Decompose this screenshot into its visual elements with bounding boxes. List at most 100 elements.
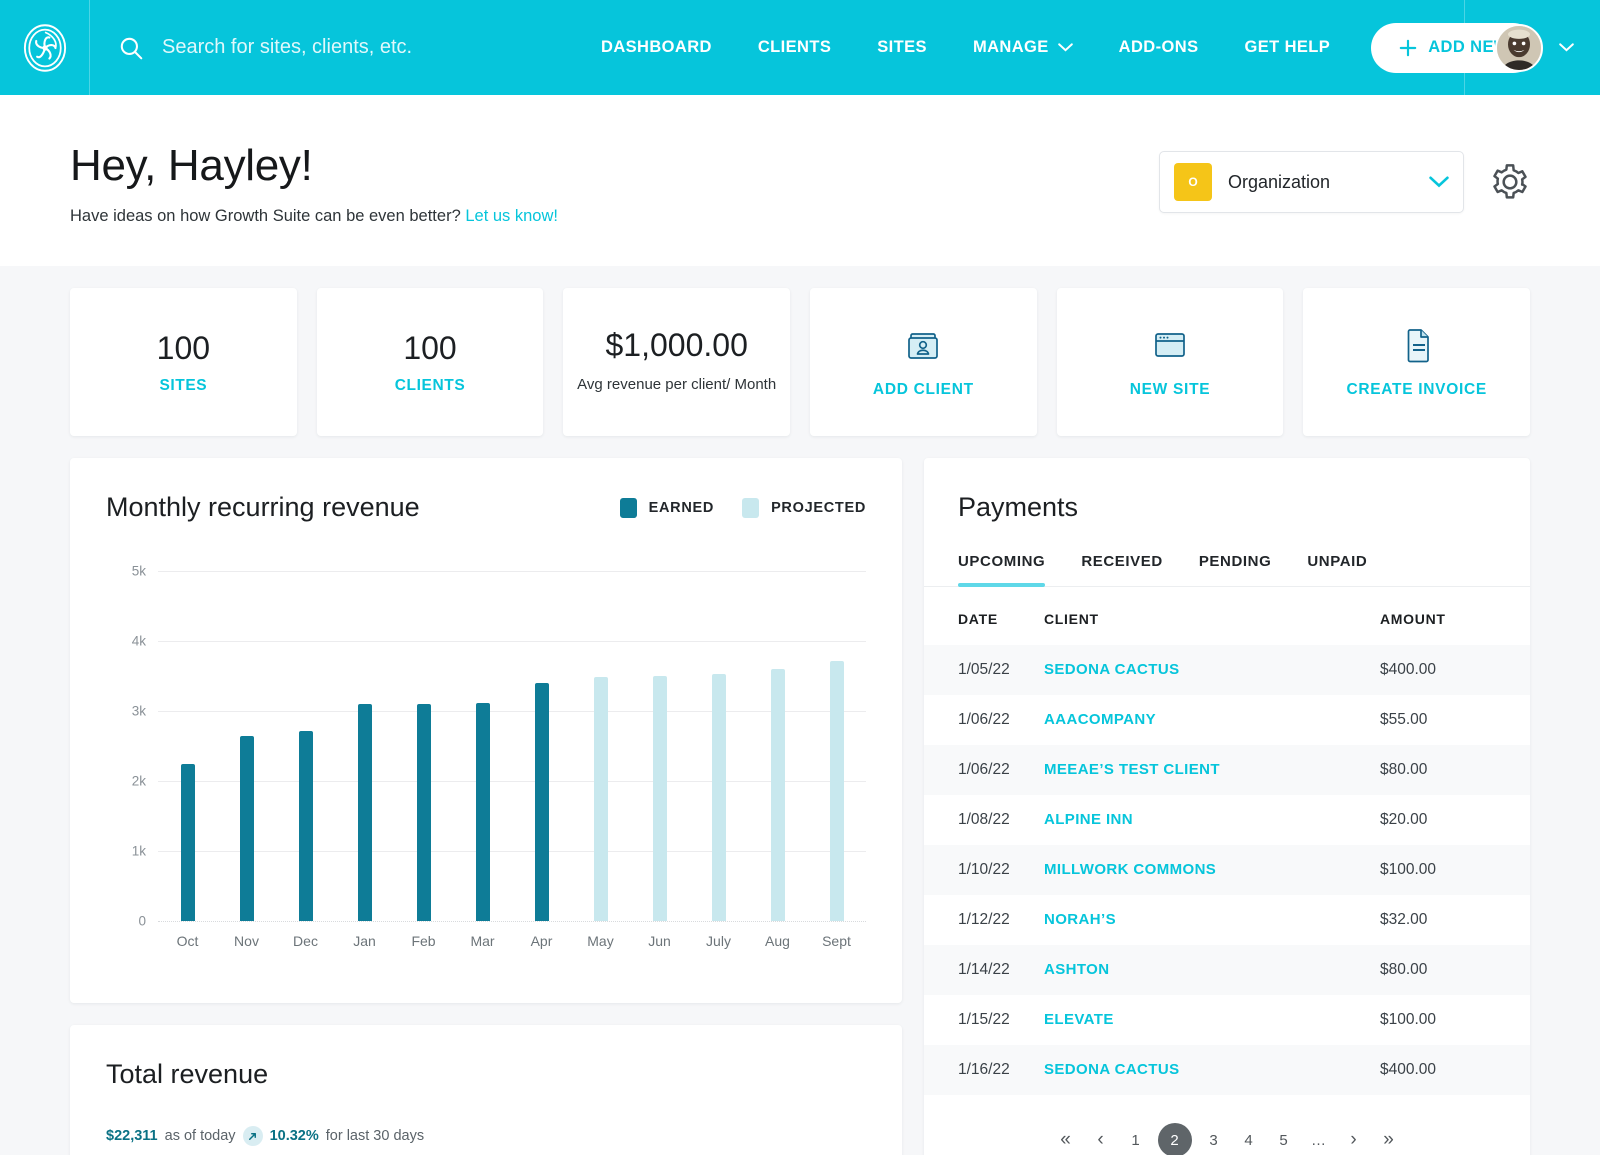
chart-bar[interactable]: [357, 704, 372, 921]
client-link[interactable]: AAACOMPANY: [1044, 711, 1156, 728]
pagination-arrow[interactable]: ‹: [1088, 1127, 1114, 1153]
org-avatar: O: [1174, 163, 1212, 201]
chart-bar[interactable]: [239, 735, 254, 921]
legend-item-projected[interactable]: PROJECTED: [742, 497, 866, 518]
table-row[interactable]: 1/08/22 ALPINE INN $20.00: [924, 795, 1530, 845]
chart-bar[interactable]: [770, 669, 785, 921]
payments-table-body: 1/05/22 SEDONA CACTUS $400.00 1/06/22 AAACOM…: [924, 645, 1530, 1095]
gear-icon[interactable]: [1490, 162, 1530, 202]
mrr-chart-card: Monthly recurring revenue EARNED PROJECT…: [70, 458, 902, 1003]
nav-label: MANAGE: [972, 38, 1049, 56]
table-row[interactable]: 1/14/22 ASHTON $80.00: [924, 945, 1530, 995]
page-title: Hey, Hayley!: [70, 141, 313, 190]
chart-bar-slot: [689, 571, 748, 921]
payment-client-cell: ALPINE INN: [1044, 795, 1380, 845]
chart-bar[interactable]: [475, 702, 490, 921]
chart-bar-slot: [748, 571, 807, 921]
create-invoice-label: CREATE INVOICE: [1346, 381, 1487, 398]
search-input[interactable]: [162, 36, 560, 59]
pagination-page[interactable]: 4: [1236, 1127, 1262, 1153]
clients-label[interactable]: CLIENTS: [395, 377, 466, 395]
chart-title: Monthly recurring revenue: [106, 492, 420, 522]
pagination-arrow[interactable]: ›: [1341, 1127, 1367, 1153]
nav-item-manage[interactable]: MANAGE: [950, 38, 1096, 57]
left-column: Monthly recurring revenue EARNED PROJECT…: [70, 458, 902, 1155]
payments-card: Payments UPCOMING RECEIVED PENDING UNPAID D…: [924, 458, 1530, 1155]
total-revenue-trend-suffix: for last 30 days: [325, 1128, 425, 1144]
global-search[interactable]: [90, 35, 560, 61]
pagination-page[interactable]: 1: [1123, 1127, 1149, 1153]
payment-date: 1/16/22: [958, 1061, 1010, 1078]
nav-item-dashboard[interactable]: DASHBOARD: [578, 38, 735, 57]
nav-item-get-help[interactable]: GET HELP: [1221, 38, 1353, 57]
chart-y-tick-label: 4k: [131, 633, 146, 649]
sites-label[interactable]: SITES: [159, 377, 207, 395]
chart-bar[interactable]: [711, 673, 726, 921]
let-us-know-link[interactable]: Let us know!: [465, 207, 558, 225]
client-link[interactable]: MILLWORK COMMONS: [1044, 861, 1216, 878]
payment-amount: $80.00: [1380, 961, 1428, 978]
chart-bar[interactable]: [180, 763, 195, 921]
nav-label: ADD-ONS: [1118, 38, 1199, 56]
pagination-page[interactable]: 2: [1157, 1123, 1192, 1155]
chevron-down-icon[interactable]: [1429, 176, 1449, 188]
payment-amount: $400.00: [1380, 661, 1437, 678]
payments-title: Payments: [958, 492, 1079, 522]
table-row[interactable]: 1/10/22 MILLWORK COMMONS $100.00: [924, 845, 1530, 895]
payment-date: 1/12/22: [958, 911, 1010, 928]
tab-unpaid[interactable]: UNPAID: [1289, 553, 1385, 586]
pagination-page[interactable]: …: [1306, 1127, 1332, 1153]
pagination-page[interactable]: 3: [1201, 1127, 1227, 1153]
app-logo[interactable]: [0, 0, 90, 95]
action-card-new-site[interactable]: NEW SITE: [1056, 288, 1284, 436]
user-menu[interactable]: [1464, 0, 1600, 95]
action-card-add-client[interactable]: ADD CLIENT: [810, 288, 1037, 436]
chart-bar[interactable]: [416, 704, 431, 921]
sites-count: 100: [156, 329, 211, 366]
tab-received[interactable]: RECEIVED: [1063, 553, 1181, 586]
organization-selector[interactable]: O Organization: [1159, 151, 1464, 213]
nav-item-add-ons[interactable]: ADD-ONS: [1096, 38, 1222, 57]
payment-date: 1/05/22: [958, 661, 1010, 678]
chart-bar[interactable]: [652, 676, 667, 921]
pagination-page[interactable]: 5: [1271, 1127, 1297, 1153]
client-link[interactable]: MEEAE’S TEST CLIENT: [1044, 761, 1220, 778]
action-card-create-invoice[interactable]: CREATE INVOICE: [1303, 288, 1531, 436]
nav-item-sites[interactable]: SITES: [854, 38, 950, 57]
table-row[interactable]: 1/15/22 ELEVATE $100.00: [924, 995, 1530, 1045]
chart-header: Monthly recurring revenue EARNED PROJECT…: [106, 492, 866, 523]
pagination-arrow[interactable]: »: [1376, 1127, 1402, 1153]
table-row[interactable]: 1/06/22 MEEAE’S TEST CLIENT $80.00: [924, 745, 1530, 795]
chevron-down-icon[interactable]: [1559, 43, 1574, 52]
nav-item-clients[interactable]: CLIENTS: [735, 38, 854, 57]
tab-upcoming[interactable]: UPCOMING: [958, 553, 1063, 587]
pagination-arrow[interactable]: «: [1053, 1127, 1079, 1153]
chart-bar-slot: [512, 571, 571, 921]
col-amount: AMOUNT: [1380, 611, 1446, 627]
total-revenue-trend: 10.32%: [269, 1128, 319, 1144]
chart-legend: EARNED PROJECTED: [619, 497, 866, 518]
payment-client-cell: SEDONA CACTUS: [1044, 1045, 1380, 1095]
client-link[interactable]: SEDONA CACTUS: [1044, 661, 1179, 678]
payment-date: 1/06/22: [958, 711, 1010, 728]
table-row[interactable]: 1/06/22 AAACOMPANY $55.00: [924, 695, 1530, 745]
table-row[interactable]: 1/12/22 NORAH’S $32.00: [924, 895, 1530, 945]
chevron-down-icon: [1057, 43, 1073, 52]
payment-client-cell: SEDONA CACTUS: [1044, 645, 1380, 695]
chart-bar[interactable]: [829, 661, 844, 921]
chart-bar-slot: [335, 571, 394, 921]
table-row[interactable]: 1/16/22 SEDONA CACTUS $400.00: [924, 1045, 1530, 1095]
avatar[interactable]: [1495, 23, 1543, 72]
chart-bar[interactable]: [534, 683, 549, 921]
chart-bar[interactable]: [298, 730, 313, 921]
client-link[interactable]: ALPINE INN: [1044, 811, 1133, 828]
chart-bar-slot: [394, 571, 453, 921]
legend-item-earned[interactable]: EARNED: [619, 497, 714, 518]
client-link[interactable]: ELEVATE: [1044, 1011, 1114, 1028]
table-row[interactable]: 1/05/22 SEDONA CACTUS $400.00: [924, 645, 1530, 695]
client-link[interactable]: SEDONA CACTUS: [1044, 1061, 1179, 1078]
chart-bar[interactable]: [593, 676, 608, 921]
client-link[interactable]: ASHTON: [1044, 961, 1109, 978]
tab-pending[interactable]: PENDING: [1181, 553, 1290, 586]
client-link[interactable]: NORAH’S: [1044, 911, 1116, 928]
